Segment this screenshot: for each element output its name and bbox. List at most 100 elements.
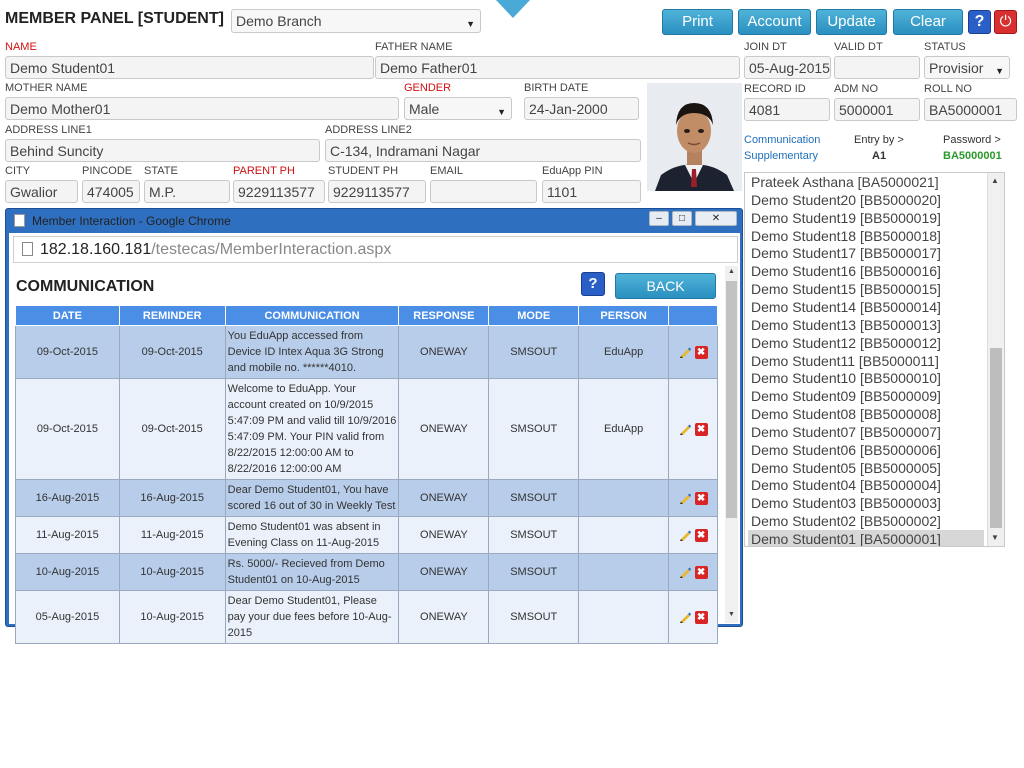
cell-actions: ✖ xyxy=(668,479,718,517)
record-id-field[interactable]: 4081 xyxy=(744,98,830,121)
edit-icon[interactable] xyxy=(679,423,691,435)
scroll-up-icon[interactable]: ▲ xyxy=(991,176,999,185)
close-icon[interactable]: ✕ xyxy=(695,211,737,226)
list-item[interactable]: Demo Student01 [BA5000001] xyxy=(748,530,984,546)
eduapp-pin-field[interactable]: 1101 xyxy=(542,180,641,203)
minimize-icon[interactable]: – xyxy=(649,211,669,226)
valid-date-field[interactable] xyxy=(834,56,920,79)
list-item[interactable]: Demo Student06 [BB5000006] xyxy=(751,441,941,459)
list-item[interactable]: Demo Student17 [BB5000017] xyxy=(751,244,941,262)
edit-icon[interactable] xyxy=(679,529,691,541)
member-list-scroll-thumb[interactable] xyxy=(990,348,1002,528)
list-item[interactable]: Prateek Asthana [BA5000021] xyxy=(751,173,939,191)
delete-icon[interactable]: ✖ xyxy=(694,491,708,505)
address-bar[interactable]: 182.18.160.181/testecas/MemberInteractio… xyxy=(13,236,738,263)
list-item[interactable]: Demo Student12 [BB5000012] xyxy=(751,334,941,352)
city-field[interactable]: Gwalior xyxy=(5,180,78,203)
edit-icon[interactable] xyxy=(679,566,691,578)
father-name-field[interactable]: Demo Father01 xyxy=(375,56,740,79)
list-item[interactable]: Demo Student20 [BB5000020] xyxy=(751,191,941,209)
branch-select[interactable]: Demo Branch xyxy=(231,9,481,33)
table-row[interactable]: 09-Oct-2015 09-Oct-2015 Welcome to EduApp.… xyxy=(15,378,718,480)
print-button[interactable]: Print xyxy=(662,9,733,35)
list-item[interactable]: Demo Student15 [BB5000015] xyxy=(751,280,941,298)
list-item[interactable]: Demo Student13 [BB5000013] xyxy=(751,316,941,334)
birth-date-field[interactable]: 24-Jan-2000 xyxy=(524,97,639,120)
list-item[interactable]: Demo Student09 [BB5000009] xyxy=(751,387,941,405)
col-date[interactable]: DATE xyxy=(15,305,120,326)
communication-table: DATE REMINDER COMMUNICATION RESPONSE MOD… xyxy=(15,305,718,644)
edit-icon[interactable] xyxy=(679,492,691,504)
status-select-value: Provisior xyxy=(929,60,984,76)
list-item[interactable]: Demo Student10 [BB5000010] xyxy=(751,369,941,387)
edit-icon[interactable] xyxy=(679,346,691,358)
table-row[interactable]: 05-Aug-2015 10-Aug-2015 Dear Demo Student0… xyxy=(15,590,718,644)
col-response[interactable]: RESPONSE xyxy=(398,305,490,326)
list-item[interactable]: Demo Student05 [BB5000005] xyxy=(751,459,941,477)
pincode-field[interactable]: 474005 xyxy=(82,180,140,203)
maximize-icon[interactable]: □ xyxy=(672,211,692,226)
clear-button[interactable]: Clear xyxy=(893,9,963,35)
mother-name-field[interactable]: Demo Mother01 xyxy=(5,97,399,120)
gender-select[interactable]: Male xyxy=(404,97,512,120)
power-icon[interactable]: ⏻ xyxy=(994,10,1017,34)
address-line2-field[interactable]: C-134, Indramani Nagar xyxy=(325,139,641,162)
supplementary-link[interactable]: Supplementary xyxy=(744,150,818,162)
back-button[interactable]: BACK xyxy=(615,273,716,299)
address-line1-field[interactable]: Behind Suncity xyxy=(5,139,320,162)
adm-no-field[interactable]: 5000001 xyxy=(834,98,920,121)
col-communication[interactable]: COMMUNICATION xyxy=(224,305,400,326)
table-row[interactable]: 11-Aug-2015 11-Aug-2015 Demo Student01 was… xyxy=(15,516,718,554)
parent-phone-field[interactable]: 9229113577 xyxy=(233,180,325,203)
email-field[interactable] xyxy=(430,180,537,203)
list-item[interactable]: Demo Student14 [BB5000014] xyxy=(751,298,941,316)
list-item[interactable]: Demo Student03 [BB5000003] xyxy=(751,494,941,512)
list-item[interactable]: Demo Student11 [BB5000011] xyxy=(751,352,939,370)
name-label: NAME xyxy=(5,41,37,53)
scroll-down-icon[interactable]: ▼ xyxy=(991,533,999,542)
window-scrollbar[interactable]: ▲ ▼ xyxy=(725,266,738,623)
help-icon[interactable]: ? xyxy=(581,272,605,296)
delete-icon[interactable]: ✖ xyxy=(694,422,708,436)
update-button[interactable]: Update xyxy=(816,9,887,35)
name-field[interactable]: Demo Student01 xyxy=(5,56,374,79)
member-list-scrollbar[interactable]: ▲ ▼ xyxy=(987,173,1004,546)
edit-icon[interactable] xyxy=(679,611,691,623)
list-item[interactable]: Demo Student08 [BB5000008] xyxy=(751,405,941,423)
list-item[interactable]: Demo Student16 [BB5000016] xyxy=(751,262,941,280)
status-select[interactable]: Provisior xyxy=(924,56,1010,79)
scroll-up-icon[interactable]: ▲ xyxy=(728,268,735,275)
table-row[interactable]: 09-Oct-2015 09-Oct-2015 You EduApp accesse… xyxy=(15,325,718,379)
communication-link[interactable]: Communication xyxy=(744,134,820,146)
window-scroll-thumb[interactable] xyxy=(726,281,737,518)
list-item[interactable]: Demo Student04 [BB5000004] xyxy=(751,476,941,494)
list-item[interactable]: Demo Student18 [BB5000018] xyxy=(751,227,941,245)
list-item[interactable]: Demo Student02 [BB5000002] xyxy=(751,512,941,530)
delete-icon[interactable]: ✖ xyxy=(694,565,708,579)
scroll-down-icon[interactable]: ▼ xyxy=(728,611,735,618)
member-list[interactable]: Prateek Asthana [BA5000021] Demo Student2… xyxy=(744,172,1005,547)
account-button[interactable]: Account xyxy=(738,9,811,35)
help-icon[interactable]: ? xyxy=(968,10,991,34)
list-item[interactable]: Demo Student07 [BB5000007] xyxy=(751,423,941,441)
cell-actions: ✖ xyxy=(668,516,718,554)
delete-icon[interactable]: ✖ xyxy=(694,528,708,542)
delete-icon[interactable]: ✖ xyxy=(694,345,708,359)
col-person[interactable]: PERSON xyxy=(578,305,670,326)
col-mode[interactable]: MODE xyxy=(488,305,580,326)
join-date-field[interactable]: 05-Aug-2015 xyxy=(744,56,831,79)
cell-reminder: 09-Oct-2015 xyxy=(118,378,226,480)
delete-icon[interactable]: ✖ xyxy=(694,610,708,624)
window-content: 182.18.160.181/testecas/MemberInteractio… xyxy=(9,233,740,644)
state-field[interactable]: M.P. xyxy=(144,180,230,203)
cell-actions: ✖ xyxy=(668,553,718,591)
url-path: /testecas/MemberInteraction.aspx xyxy=(151,241,392,258)
communication-heading: COMMUNICATION xyxy=(16,278,155,295)
state-label: STATE xyxy=(144,165,178,177)
table-row[interactable]: 10-Aug-2015 10-Aug-2015 Rs. 5000/- Recieve… xyxy=(15,553,718,591)
col-reminder[interactable]: REMINDER xyxy=(118,305,226,326)
table-row[interactable]: 16-Aug-2015 16-Aug-2015 Dear Demo Student0… xyxy=(15,479,718,517)
student-phone-field[interactable]: 9229113577 xyxy=(328,180,426,203)
roll-no-field[interactable]: BA5000001 xyxy=(924,98,1017,121)
list-item[interactable]: Demo Student19 [BB5000019] xyxy=(751,209,941,227)
